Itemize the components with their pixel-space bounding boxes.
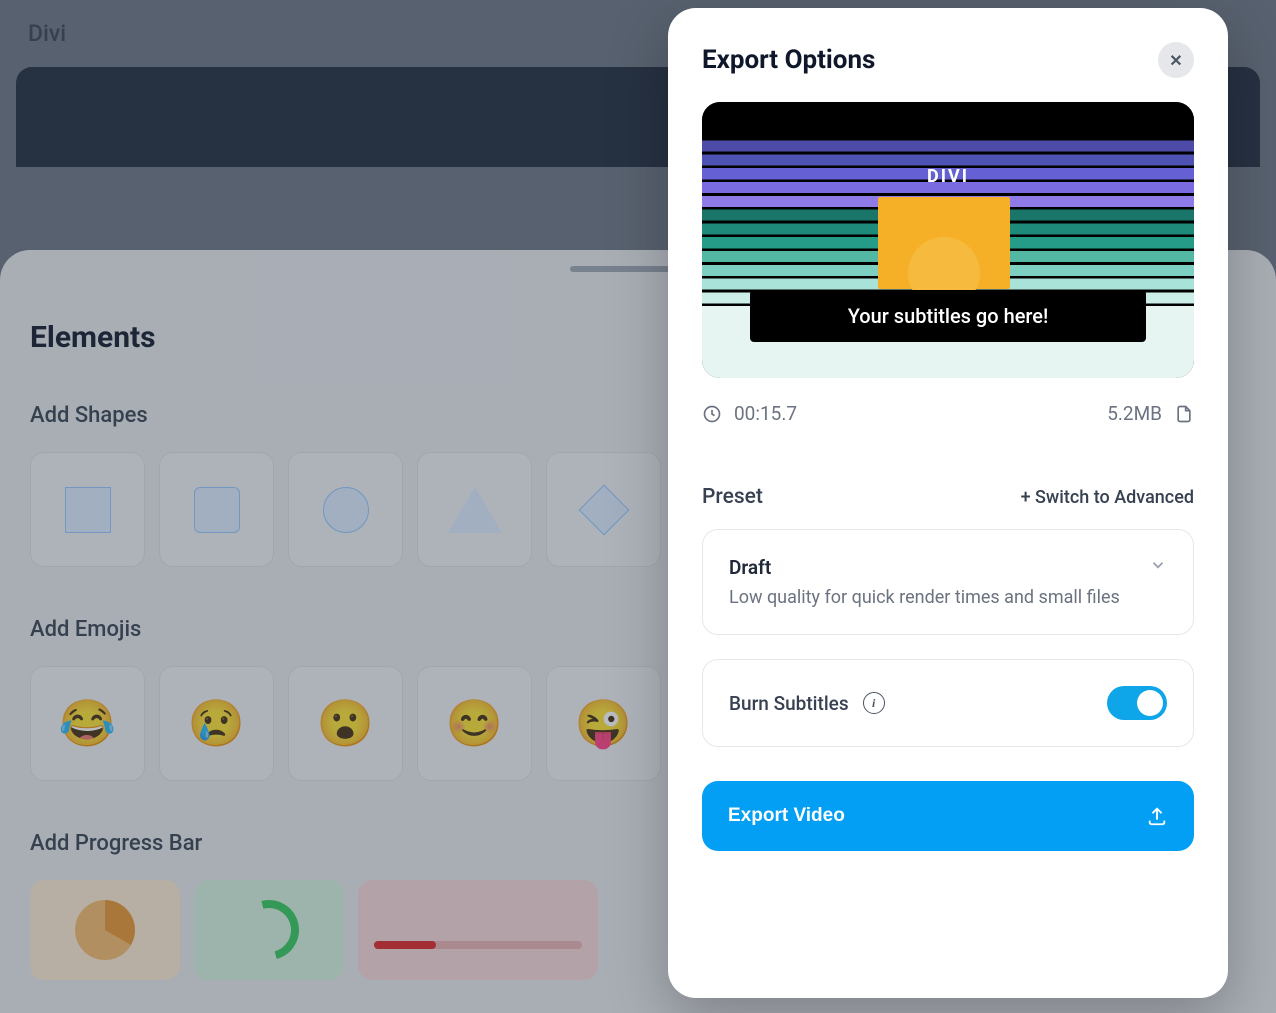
export-button-label: Export Video bbox=[728, 805, 845, 827]
modal-title: Export Options bbox=[702, 45, 875, 75]
clock-icon bbox=[702, 404, 722, 424]
preset-selector[interactable]: Draft Low quality for quick render times… bbox=[702, 529, 1194, 635]
filesize-value: 5.2MB bbox=[1107, 402, 1162, 425]
info-icon[interactable]: i bbox=[863, 692, 885, 714]
preset-name: Draft bbox=[729, 556, 1120, 579]
duration-value: 00:15.7 bbox=[734, 402, 797, 425]
video-preview[interactable]: DIVI Your subtitles go here! bbox=[702, 102, 1194, 378]
subtitle-banner: Your subtitles go here! bbox=[750, 290, 1146, 342]
export-modal: Export Options ✕ DIVI Your subtitles go … bbox=[668, 8, 1228, 998]
switch-to-advanced-link[interactable]: + Switch to Advanced bbox=[1021, 487, 1194, 508]
preset-label: Preset bbox=[702, 485, 763, 509]
chevron-down-icon bbox=[1149, 556, 1167, 574]
preview-overlay-card bbox=[878, 197, 1010, 289]
preset-description: Low quality for quick render times and s… bbox=[729, 587, 1120, 608]
export-video-button[interactable]: Export Video bbox=[702, 781, 1194, 851]
file-icon bbox=[1174, 403, 1194, 425]
modal-header: Export Options ✕ bbox=[702, 42, 1194, 78]
meta-row: 00:15.7 5.2MB bbox=[702, 402, 1194, 425]
upload-icon bbox=[1146, 805, 1168, 827]
close-button[interactable]: ✕ bbox=[1158, 42, 1194, 78]
burn-subtitles-card: Burn Subtitles i bbox=[702, 659, 1194, 747]
preview-heading: DIVI bbox=[702, 166, 1194, 187]
burn-subtitles-label: Burn Subtitles bbox=[729, 692, 849, 715]
burn-subtitles-toggle[interactable] bbox=[1107, 686, 1167, 720]
preset-header: Preset + Switch to Advanced bbox=[702, 485, 1194, 509]
close-icon: ✕ bbox=[1169, 51, 1182, 70]
toggle-knob bbox=[1137, 690, 1163, 716]
